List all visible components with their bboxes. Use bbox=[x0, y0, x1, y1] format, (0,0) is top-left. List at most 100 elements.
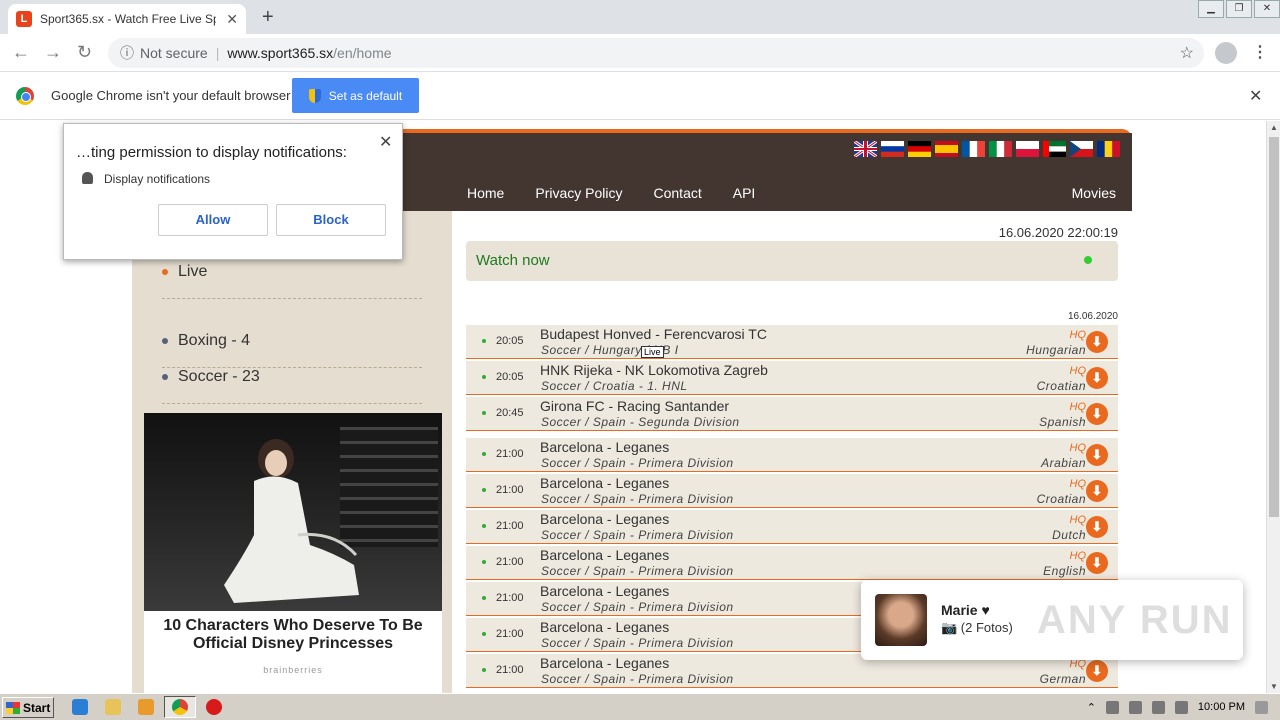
flag-uk-icon[interactable] bbox=[854, 141, 877, 157]
network-icon[interactable] bbox=[1128, 700, 1142, 714]
info-icon[interactable]: ⓘ bbox=[120, 43, 134, 63]
explorer-folder-icon[interactable] bbox=[105, 699, 121, 715]
show-desktop-icon[interactable] bbox=[1255, 700, 1268, 714]
event-quality: HQ bbox=[1069, 550, 1087, 562]
event-row[interactable]: 21:00 Barcelona - Leganes Soccer / Spain -… bbox=[466, 510, 1118, 544]
live-tooltip: Live bbox=[641, 346, 664, 358]
nav-movies[interactable]: Movies bbox=[1072, 185, 1116, 201]
flag-ae-icon[interactable] bbox=[1043, 141, 1066, 157]
forward-icon[interactable]: → bbox=[44, 42, 62, 63]
event-time: 21:00 bbox=[496, 592, 524, 604]
flag-fr-icon[interactable] bbox=[962, 141, 985, 157]
flag-ru-icon[interactable] bbox=[881, 141, 904, 157]
minimize-icon[interactable]: ▁ bbox=[1198, 0, 1224, 18]
close-window-icon[interactable]: ✕ bbox=[1254, 0, 1280, 18]
live-bullet-icon bbox=[482, 668, 486, 672]
reload-icon[interactable]: ↻ bbox=[77, 42, 92, 63]
nav-privacy-policy[interactable]: Privacy Policy bbox=[535, 185, 622, 201]
event-league: Soccer / Spain - Primera Division bbox=[541, 672, 734, 686]
live-bullet-icon bbox=[482, 452, 486, 456]
ad-source[interactable]: brainberries bbox=[144, 665, 442, 675]
nav-contact[interactable]: Contact bbox=[654, 185, 702, 201]
download-arrow-icon[interactable]: ⬇ bbox=[1086, 444, 1108, 466]
volume-icon[interactable] bbox=[1105, 700, 1119, 714]
marie-toast-popup[interactable]: Marie ♥ 📷 (2 Fotos) ANY RUN bbox=[861, 580, 1243, 660]
event-match[interactable]: Barcelona - Leganes bbox=[540, 619, 669, 635]
infobar-close-icon[interactable]: ✕ bbox=[1249, 86, 1262, 106]
nav-api[interactable]: API bbox=[733, 185, 756, 201]
event-language: Croatian bbox=[1036, 492, 1086, 506]
tray-expand-icon[interactable]: ⌃ bbox=[1087, 701, 1096, 714]
download-arrow-icon[interactable]: ⬇ bbox=[1086, 552, 1108, 574]
download-arrow-icon[interactable]: ⬇ bbox=[1086, 516, 1108, 538]
media-player-icon[interactable] bbox=[138, 699, 154, 715]
download-arrow-icon[interactable]: ⬇ bbox=[1086, 480, 1108, 502]
url-path: /en/home bbox=[333, 45, 392, 61]
event-row[interactable]: 20:05 Budapest Honved - Ferencvarosi TC So… bbox=[466, 325, 1118, 359]
new-tab-icon[interactable]: + bbox=[262, 6, 274, 29]
security-app-icon[interactable] bbox=[206, 699, 222, 715]
event-row[interactable]: 20:05 HNK Rijeka - NK Lokomotiva Zagreb So… bbox=[466, 361, 1118, 395]
page-scrollbar[interactable]: ▲ ▼ bbox=[1266, 121, 1280, 693]
address-bar[interactable]: ⓘ Not secure | www.sport365.sx/en/home ☆ bbox=[108, 38, 1204, 68]
sidebar-item-boxing[interactable]: Boxing - 4 bbox=[162, 332, 422, 368]
download-arrow-icon[interactable]: ⬇ bbox=[1086, 403, 1108, 425]
download-arrow-icon[interactable]: ⬇ bbox=[1086, 660, 1108, 682]
block-button[interactable]: Block bbox=[276, 204, 386, 236]
event-quality: HQ bbox=[1069, 478, 1087, 490]
download-arrow-icon[interactable]: ⬇ bbox=[1086, 367, 1108, 389]
event-match[interactable]: Barcelona - Leganes bbox=[540, 547, 669, 563]
ad-image[interactable] bbox=[144, 413, 442, 611]
event-row[interactable]: 21:00 Barcelona - Leganes Soccer / Spain -… bbox=[466, 474, 1118, 508]
restore-icon[interactable]: ❐ bbox=[1226, 0, 1252, 18]
event-quality: HQ bbox=[1069, 401, 1087, 413]
event-match[interactable]: Barcelona - Leganes bbox=[540, 475, 669, 491]
sidebar-item-live[interactable]: Live bbox=[162, 263, 422, 299]
flag-cz-icon[interactable] bbox=[1070, 141, 1093, 157]
tab-close-icon[interactable]: ✕ bbox=[226, 11, 238, 28]
chrome-menu-icon[interactable]: ⋮ bbox=[1252, 42, 1268, 62]
scroll-up-icon[interactable]: ▲ bbox=[1270, 123, 1278, 132]
ad-title[interactable]: 10 Characters Who Deserve To Be Official… bbox=[150, 617, 436, 653]
ad-figure bbox=[224, 439, 359, 603]
back-icon[interactable]: ← bbox=[12, 42, 30, 63]
event-match[interactable]: Barcelona - Leganes bbox=[540, 511, 669, 527]
scroll-down-icon[interactable]: ▼ bbox=[1270, 682, 1278, 691]
event-row[interactable]: 21:00 Barcelona - Leganes Soccer / Spain -… bbox=[466, 438, 1118, 472]
event-match[interactable]: Barcelona - Leganes bbox=[540, 439, 669, 455]
live-bullet-icon bbox=[482, 375, 486, 379]
flag-es-icon[interactable] bbox=[935, 141, 958, 157]
allow-button[interactable]: Allow bbox=[158, 204, 268, 236]
start-button[interactable]: Start bbox=[2, 697, 54, 718]
monitor-icon[interactable] bbox=[1151, 700, 1165, 714]
account-avatar-icon[interactable] bbox=[1215, 42, 1237, 64]
event-language: Croatian bbox=[1036, 379, 1086, 393]
event-match[interactable]: Girona FC - Racing Santander bbox=[540, 398, 729, 414]
popup-close-icon[interactable]: ✕ bbox=[379, 132, 392, 152]
system-tray: ⌃ 10:00 PM bbox=[1075, 696, 1280, 718]
event-row[interactable]: 21:00 Barcelona - Leganes Soccer / Spain -… bbox=[466, 546, 1118, 580]
sidebar-ad[interactable]: 10 Characters Who Deserve To Be Official… bbox=[144, 413, 442, 693]
scrollbar-thumb[interactable] bbox=[1269, 137, 1279, 517]
event-row[interactable]: 20:45 Girona FC - Racing Santander Soccer … bbox=[466, 397, 1118, 431]
flag-pl-icon[interactable] bbox=[1016, 141, 1039, 157]
flag-it-icon[interactable] bbox=[989, 141, 1012, 157]
watch-now-bar[interactable]: Watch now bbox=[466, 241, 1118, 281]
event-match[interactable]: Barcelona - Leganes bbox=[540, 583, 669, 599]
flag-ro-icon[interactable] bbox=[1097, 141, 1120, 157]
taskbar-chrome-active[interactable] bbox=[164, 696, 196, 718]
flag-de-icon[interactable] bbox=[908, 141, 931, 157]
nav-home[interactable]: Home bbox=[467, 185, 504, 201]
event-match[interactable]: HNK Rijeka - NK Lokomotiva Zagreb bbox=[540, 362, 768, 378]
bookmark-star-icon[interactable]: ☆ bbox=[1180, 43, 1194, 63]
download-arrow-icon[interactable]: ⬇ bbox=[1086, 331, 1108, 353]
browser-tab[interactable]: L Sport365.sx - Watch Free Live Sport ✕ bbox=[8, 4, 246, 34]
ie-icon[interactable] bbox=[72, 699, 88, 715]
set-as-default-button[interactable]: Set as default bbox=[292, 78, 419, 113]
sidebar-item-soccer[interactable]: Soccer - 23 bbox=[162, 368, 422, 404]
event-time: 20:05 bbox=[496, 371, 524, 383]
event-language: German bbox=[1039, 672, 1086, 686]
event-match[interactable]: Barcelona - Leganes bbox=[540, 655, 669, 671]
flag-icon[interactable] bbox=[1174, 700, 1188, 714]
event-match[interactable]: Budapest Honved - Ferencvarosi TC bbox=[540, 326, 767, 342]
